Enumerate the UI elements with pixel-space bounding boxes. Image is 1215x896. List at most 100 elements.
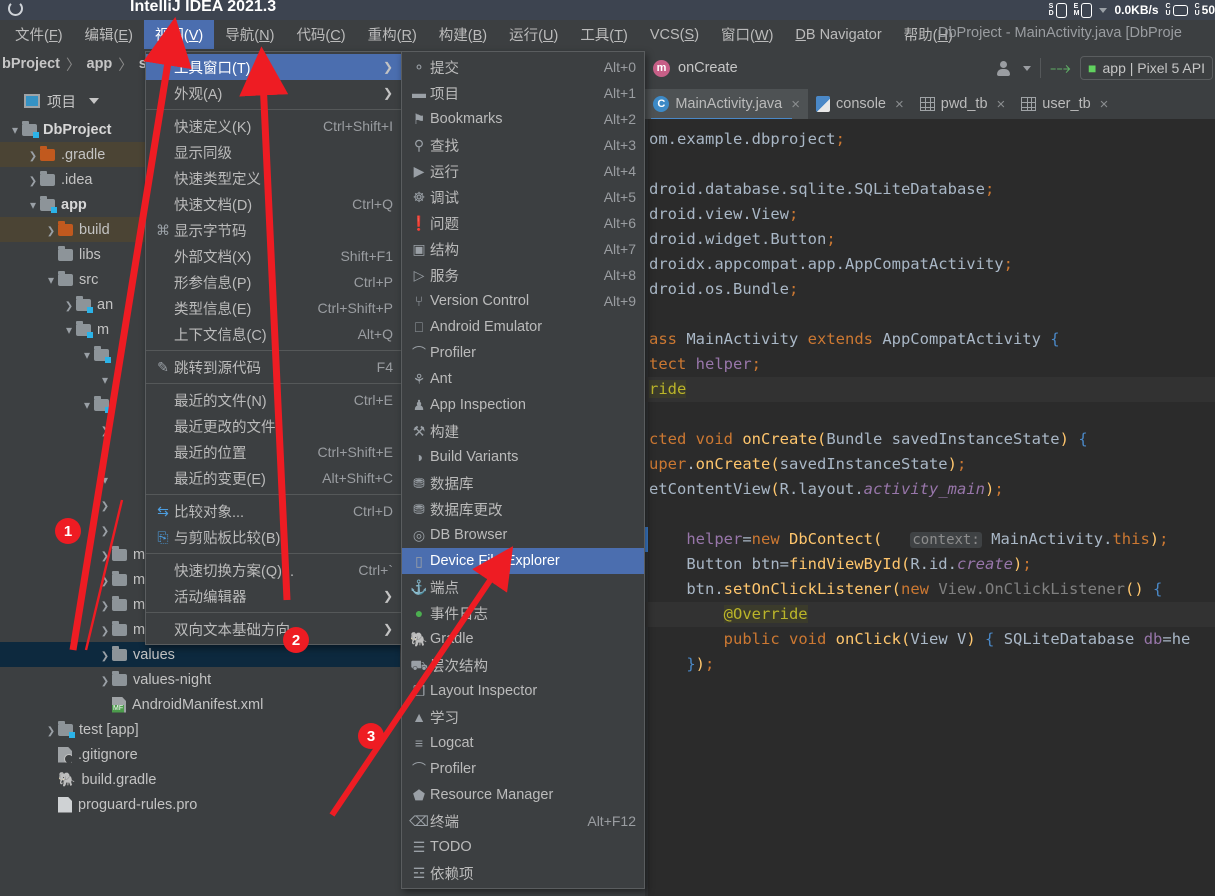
tool-windows-item-26[interactable]: ≡ Logcat [402, 730, 644, 756]
tree-row[interactable]: AndroidManifest.xml [0, 692, 400, 717]
tool-windows-item-27[interactable]: ⌒ Profiler [402, 756, 644, 782]
view-menu-item-16[interactable]: 最近更改的文件 [146, 413, 401, 439]
chevron-right-icon[interactable] [26, 148, 40, 162]
menu-0[interactable]: 文件(F) [4, 20, 74, 49]
view-menu-item-5[interactable]: 快速类型定义 [146, 165, 401, 191]
menu-11[interactable]: DB Navigator [784, 23, 892, 47]
view-menu-item-15[interactable]: 最近的文件(N) Ctrl+E [146, 387, 401, 413]
tool-windows-item-0[interactable]: ⚬ 提交 Alt+0 [402, 54, 644, 80]
view-menu-item-21[interactable]: ⎘ 与剪贴板比较(B) [146, 524, 401, 550]
view-menu-item-0[interactable]: 工具窗口(T) ❯ [146, 54, 401, 80]
chevron-right-icon[interactable] [62, 298, 76, 312]
tool-windows-item-15[interactable]: ◑ Build Variants [402, 444, 644, 470]
chevron-right-icon[interactable] [44, 223, 58, 237]
chevron-right-icon[interactable] [98, 498, 112, 512]
tool-windows-item-9[interactable]: ⑂ Version Control Alt+9 [402, 288, 644, 314]
view-menu-item-4[interactable]: 显示同级 [146, 139, 401, 165]
menu-4[interactable]: 代码(C) [285, 20, 356, 49]
chevron-down-icon[interactable] [80, 348, 94, 362]
chevron-down-icon[interactable] [1023, 65, 1032, 71]
tool-windows-item-5[interactable]: ☸ 调试 Alt+5 [402, 184, 644, 210]
tool-windows-item-31[interactable]: ☲ 依赖项 [402, 860, 644, 886]
chevron-right-icon[interactable] [98, 623, 112, 637]
code-editor[interactable]: om.example.dbproject; droid.database.sqli… [645, 119, 1215, 896]
menu-7[interactable]: 运行(U) [498, 20, 569, 49]
chevron-right-icon[interactable] [98, 548, 112, 562]
member-name[interactable]: onCreate [678, 60, 738, 76]
close-icon[interactable]: × [791, 96, 800, 113]
view-menu-item-1[interactable]: 外观(A) ❯ [146, 80, 401, 106]
breadcrumb-item-0[interactable]: bProject [2, 56, 60, 72]
view-menu-item-18[interactable]: 最近的变更(E) Alt+Shift+C [146, 465, 401, 491]
tree-row[interactable]: values [0, 642, 400, 667]
view-menu-item-13[interactable]: ✎ 跳转到源代码 F4 [146, 354, 401, 380]
tool-windows-item-3[interactable]: ⚲ 查找 Alt+3 [402, 132, 644, 158]
menu-5[interactable]: 重构(R) [357, 20, 428, 49]
tool-windows-item-8[interactable]: ▷ 服务 Alt+8 [402, 262, 644, 288]
menu-1[interactable]: 编辑(E) [74, 20, 144, 49]
tree-row[interactable]: proguard-rules.pro [0, 792, 400, 817]
tool-windows-item-20[interactable]: ⚓ 端点 [402, 574, 644, 600]
menu-10[interactable]: 窗口(W) [710, 20, 784, 49]
tool-windows-item-10[interactable]: ⎕ Android Emulator [402, 314, 644, 340]
tab-user-tb[interactable]: user_tb × [1013, 89, 1116, 119]
run-target-selector[interactable]: ■ app | Pixel 5 API [1080, 56, 1213, 80]
build-hammer-icon[interactable]: ⤎ [1050, 57, 1071, 80]
tool-windows-item-24[interactable]: ❐ Layout Inspector [402, 678, 644, 704]
view-menu-item-23[interactable]: 快速切换方案(Q)... Ctrl+` [146, 557, 401, 583]
code-content[interactable]: om.example.dbproject; droid.database.sqli… [645, 127, 1215, 677]
chevron-down-icon[interactable] [62, 323, 76, 337]
chevron-down-icon[interactable] [44, 273, 58, 287]
tool-windows-submenu[interactable]: ⚬ 提交 Alt+0 ▬ 项目 Alt+1 ⚑ Bookmarks Alt+2 ⚲ 查找 Alt+3 ▶… [401, 51, 645, 889]
tool-windows-item-19[interactable]: ▯ Device File Explorer [402, 548, 644, 574]
view-menu-item-3[interactable]: 快速定义(K) Ctrl+Shift+I [146, 113, 401, 139]
close-icon[interactable]: × [895, 96, 904, 113]
view-menu-item-24[interactable]: 活动编辑器 ❯ [146, 583, 401, 609]
tree-row[interactable]: 🐘 build.gradle [0, 767, 400, 792]
close-icon[interactable]: × [1100, 96, 1109, 113]
tool-windows-item-13[interactable]: ♟ App Inspection [402, 392, 644, 418]
tool-windows-item-30[interactable]: ☰ TODO [402, 834, 644, 860]
tool-windows-item-1[interactable]: ▬ 项目 Alt+1 [402, 80, 644, 106]
tool-windows-item-6[interactable]: ❗ 问题 Alt+6 [402, 210, 644, 236]
tool-windows-item-28[interactable]: ⬟ Resource Manager [402, 782, 644, 808]
tool-windows-item-16[interactable]: ⛃ 数据库 [402, 470, 644, 496]
tree-row[interactable]: .gitignore [0, 742, 400, 767]
tray-expand-icon[interactable] [1099, 7, 1108, 13]
menu-2[interactable]: 视图(V) [143, 20, 215, 49]
view-menu-item-9[interactable]: 形参信息(P) Ctrl+P [146, 269, 401, 295]
menu-6[interactable]: 构建(B) [428, 20, 498, 49]
view-menu-item-6[interactable]: 快速文档(D) Ctrl+Q [146, 191, 401, 217]
view-menu-item-7[interactable]: ⌘ 显示字节码 [146, 217, 401, 243]
view-menu-item-20[interactable]: ⇆ 比较对象... Ctrl+D [146, 498, 401, 524]
chevron-right-icon[interactable] [44, 723, 58, 737]
menu-3[interactable]: 导航(N) [214, 20, 285, 49]
view-menu-item-17[interactable]: 最近的位置 Ctrl+Shift+E [146, 439, 401, 465]
close-icon[interactable]: × [997, 96, 1006, 113]
tool-windows-item-25[interactable]: ▲ 学习 [402, 704, 644, 730]
menu-9[interactable]: VCS(S) [639, 23, 710, 47]
chevron-right-icon[interactable] [98, 673, 112, 687]
tool-windows-item-29[interactable]: ⌫ 终端 Alt+F12 [402, 808, 644, 834]
tool-windows-item-14[interactable]: ⚒ 构建 [402, 418, 644, 444]
chevron-right-icon[interactable] [98, 573, 112, 587]
tool-windows-item-11[interactable]: ⌒ Profiler [402, 340, 644, 366]
tool-windows-item-4[interactable]: ▶ 运行 Alt+4 [402, 158, 644, 184]
chevron-down-icon[interactable] [98, 473, 112, 487]
menu-8[interactable]: 工具(T) [569, 20, 639, 49]
chevron-down-icon[interactable] [8, 123, 22, 137]
view-menu-item-8[interactable]: 外部文档(X) Shift+F1 [146, 243, 401, 269]
chevron-right-icon[interactable] [98, 598, 112, 612]
chevron-right-icon[interactable] [98, 523, 112, 537]
tool-windows-item-7[interactable]: ▣ 结构 Alt+7 [402, 236, 644, 262]
view-menu-item-26[interactable]: 双向文本基础方向 ❯ [146, 616, 401, 642]
chevron-right-icon[interactable] [98, 448, 112, 462]
tool-windows-item-22[interactable]: 🐘 Gradle [402, 626, 644, 652]
chevron-down-icon[interactable] [89, 98, 99, 104]
chevron-right-icon[interactable] [98, 648, 112, 662]
tab-pwd-tb[interactable]: pwd_tb × [912, 89, 1014, 119]
view-menu-item-10[interactable]: 类型信息(E) Ctrl+Shift+P [146, 295, 401, 321]
breadcrumb-item-1[interactable]: app [87, 56, 113, 72]
chevron-right-icon[interactable] [26, 173, 40, 187]
chevron-right-icon[interactable] [98, 423, 112, 437]
